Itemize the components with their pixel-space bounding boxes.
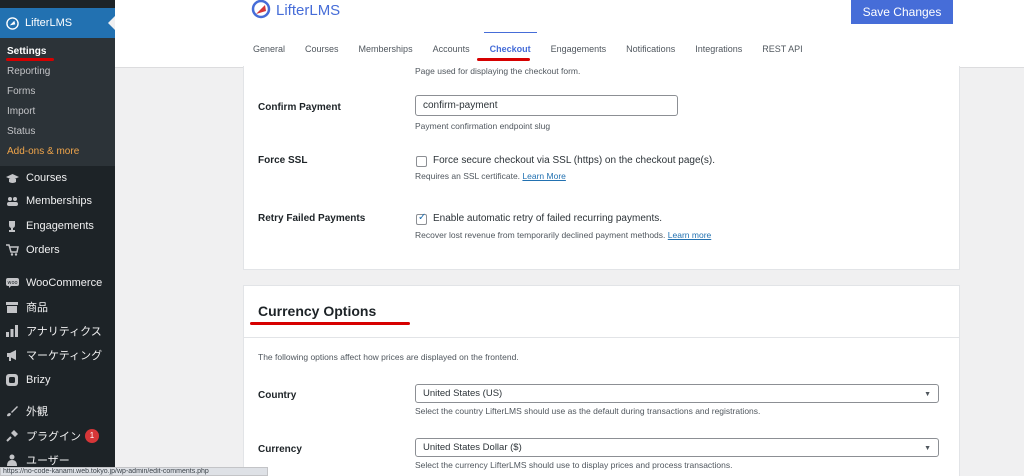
tab-general[interactable]: General: [253, 44, 285, 54]
submenu-forms[interactable]: Forms: [0, 82, 115, 102]
svg-text:woo: woo: [7, 280, 17, 286]
retry-payments-description: Recover lost revenue from temporarily de…: [415, 230, 712, 240]
sidebar-item-memberships[interactable]: Memberships: [0, 190, 115, 212]
submenu-addons[interactable]: Add-ons & more: [0, 142, 115, 162]
sidebar-item-woocommerce[interactable]: woo WooCommerce: [0, 272, 115, 294]
sidebar-item-marketing[interactable]: マーケティング: [0, 344, 115, 366]
confirm-payment-description: Payment confirmation endpoint slug: [415, 121, 551, 131]
save-changes-button[interactable]: Save Changes: [851, 0, 953, 24]
admin-sidebar: LifterLMS Settings Reporting Forms Impor…: [0, 0, 115, 476]
user-icon: [5, 453, 19, 467]
cart-icon: [5, 243, 19, 257]
group-icon: [5, 194, 19, 208]
tab-accounts[interactable]: Accounts: [433, 44, 470, 54]
force-ssl-checkbox-label: Force secure checkout via SSL (https) on…: [433, 155, 715, 166]
tab-integrations[interactable]: Integrations: [695, 44, 742, 54]
confirm-payment-label: Confirm Payment: [258, 102, 341, 113]
retry-payments-learn-more-link[interactable]: Learn more: [668, 230, 711, 240]
chevron-down-icon: ▼: [924, 445, 931, 452]
brizy-icon: [5, 373, 19, 387]
retry-payments-checkbox-label: Enable automatic retry of failed recurri…: [433, 213, 662, 224]
sidebar-item-brizy[interactable]: Brizy: [0, 369, 115, 391]
rocket-logo-icon: [251, 0, 271, 19]
megaphone-icon: [5, 348, 19, 362]
woocommerce-icon: woo: [5, 276, 19, 290]
sidebar-item-engagements[interactable]: Engagements: [0, 215, 115, 237]
currency-label: Currency: [258, 444, 302, 455]
paint-brush-icon: [5, 404, 19, 418]
graduation-cap-icon: [5, 171, 19, 185]
plug-icon: [5, 429, 19, 443]
browser-status-url: https://no-code-kanami.web.tokyo.jp/wp-a…: [0, 467, 268, 476]
force-ssl-checkbox[interactable]: [416, 156, 427, 167]
archive-icon: [5, 300, 19, 314]
submenu-import[interactable]: Import: [0, 102, 115, 122]
trophy-icon: [5, 219, 19, 233]
tab-rest-api[interactable]: REST API: [762, 44, 802, 54]
currency-intro-text: The following options affect how prices …: [258, 352, 519, 362]
country-label: Country: [258, 390, 297, 401]
currency-options-card: Currency Options The following options a…: [243, 285, 960, 476]
sidebar-item-plugins[interactable]: プラグイン 1: [0, 425, 115, 447]
tab-memberships[interactable]: Memberships: [359, 44, 413, 54]
plugin-update-badge: 1: [85, 429, 99, 443]
tab-checkout[interactable]: Checkout: [483, 32, 537, 54]
sidebar-item-courses[interactable]: Courses: [0, 167, 115, 189]
section-divider: [244, 337, 959, 338]
tab-engagements[interactable]: Engagements: [551, 44, 607, 54]
country-description: Select the country LifterLMS should use …: [415, 406, 761, 416]
checkout-settings-card: Page used for displaying the checkout fo…: [243, 66, 960, 270]
tab-notifications[interactable]: Notifications: [626, 44, 675, 54]
country-select[interactable]: United States (US) ▼: [415, 384, 939, 403]
bar-chart-icon: [5, 324, 19, 338]
sidebar-item-label: LifterLMS: [25, 17, 73, 29]
checkout-page-description: Page used for displaying the checkout fo…: [415, 66, 581, 76]
sidebar-item-products[interactable]: 商品: [0, 296, 115, 318]
sidebar-item-lifterlms[interactable]: LifterLMS: [0, 8, 115, 38]
sidebar-item-analytics[interactable]: アナリティクス: [0, 320, 115, 342]
currency-options-title: Currency Options: [258, 303, 377, 319]
retry-payments-label: Retry Failed Payments: [258, 213, 366, 224]
chevron-down-icon: ▼: [924, 391, 931, 398]
sidebar-item-orders[interactable]: Orders: [0, 239, 115, 261]
force-ssl-learn-more-link[interactable]: Learn More: [522, 171, 565, 181]
submenu-reporting[interactable]: Reporting: [0, 62, 115, 82]
force-ssl-description: Requires an SSL certificate. Learn More: [415, 171, 566, 181]
settings-highlight-underline: [6, 58, 54, 61]
retry-payments-checkbox[interactable]: [416, 212, 427, 225]
currency-description: Select the currency LifterLMS should use…: [415, 460, 733, 470]
submenu-status[interactable]: Status: [0, 122, 115, 142]
force-ssl-label: Force SSL: [258, 155, 308, 166]
settings-tabs: General Courses Memberships Accounts Che…: [253, 32, 823, 54]
currency-select[interactable]: United States Dollar ($) ▼: [415, 438, 939, 457]
lifterlms-icon: [6, 16, 19, 30]
currency-title-highlight-underline: [250, 322, 410, 325]
settings-header: LifterLMS Save Changes General Courses M…: [115, 0, 1024, 68]
lifterlms-logo: LifterLMS: [250, 0, 340, 20]
tab-courses[interactable]: Courses: [305, 44, 339, 54]
sidebar-item-appearance[interactable]: 外観: [0, 400, 115, 422]
checkout-tab-highlight-underline: [477, 58, 530, 61]
confirm-payment-input[interactable]: confirm-payment: [415, 95, 678, 116]
